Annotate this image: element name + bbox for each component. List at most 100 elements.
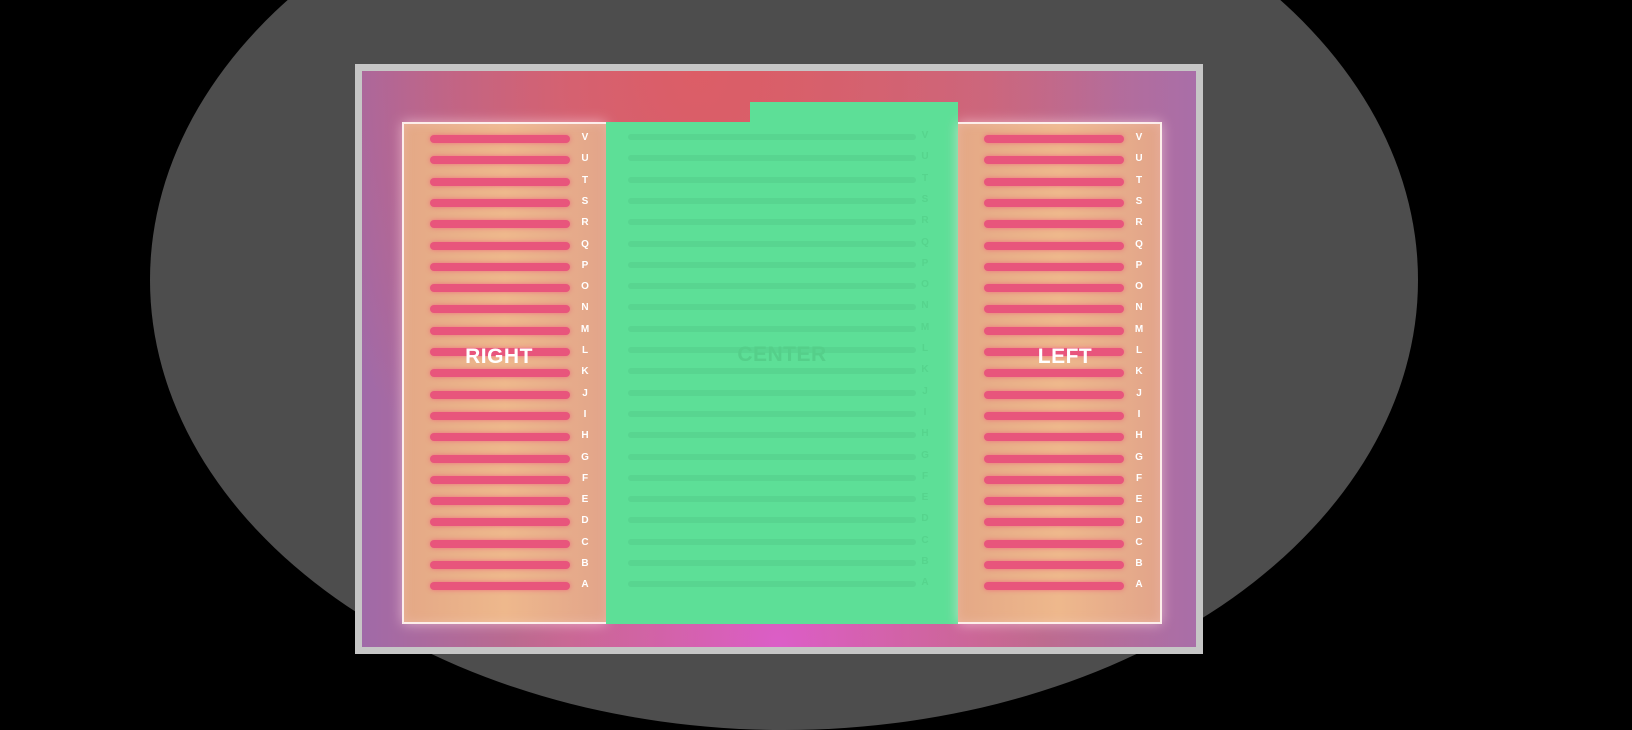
seat-row-center-b[interactable]: B: [628, 556, 929, 568]
seat-row-center-t[interactable]: T: [628, 173, 928, 185]
section-right[interactable]: VUTSRQPONMLKJIHGFEDCBA R I GH T: [402, 122, 606, 624]
seat-row-center-p[interactable]: P: [628, 258, 928, 270]
seat-row-bar: [430, 156, 570, 165]
seat-row-left-a[interactable]: A: [984, 579, 1144, 591]
seat-row-right-q[interactable]: Q: [430, 239, 590, 251]
section-right-rows: VUTSRQPONMLKJIHGFEDCBA: [404, 124, 606, 622]
row-label: G: [581, 451, 589, 463]
row-label: A: [581, 579, 589, 591]
seat-row-center-f[interactable]: F: [628, 471, 928, 483]
seat-row-center-d[interactable]: D: [628, 513, 929, 525]
row-label: P: [921, 257, 929, 269]
seat-row-right-e[interactable]: E: [430, 494, 590, 506]
seat-row-left-f[interactable]: F: [984, 473, 1144, 485]
row-label: H: [1135, 430, 1143, 442]
seat-row-bar: [628, 197, 916, 204]
seat-row-right-m[interactable]: M: [430, 324, 590, 336]
seat-row-right-f[interactable]: F: [430, 473, 590, 485]
seat-row-bar: [628, 560, 916, 566]
row-label: C: [581, 536, 589, 548]
row-label: H: [921, 428, 929, 440]
seat-row-left-m[interactable]: M: [984, 324, 1144, 336]
seat-row-right-c[interactable]: C: [430, 537, 590, 549]
seat-row-bar: [628, 517, 916, 524]
seat-row-right-r[interactable]: R: [430, 217, 590, 229]
seat-row-center-s[interactable]: S: [628, 194, 928, 206]
seat-row-center-o[interactable]: O: [628, 279, 929, 291]
seat-row-left-r[interactable]: R: [984, 217, 1144, 229]
seat-row-left-n[interactable]: N: [984, 302, 1144, 314]
seat-row-left-p[interactable]: P: [984, 260, 1144, 272]
seat-row-left-q[interactable]: Q: [984, 239, 1144, 251]
seat-row-left-s[interactable]: S: [984, 196, 1144, 208]
row-label: V: [581, 132, 589, 143]
seat-row-left-e[interactable]: E: [984, 494, 1144, 506]
seat-row-center-a[interactable]: A: [628, 577, 929, 589]
seat-row-right-h[interactable]: H: [430, 430, 590, 442]
seat-row-center-q[interactable]: Q: [628, 237, 929, 249]
seat-row-bar: [430, 582, 570, 591]
seat-row-right-i[interactable]: I: [430, 409, 590, 421]
seat-row-center-e[interactable]: E: [628, 492, 928, 504]
seat-row-bar: [984, 262, 1124, 271]
seat-row-center-h[interactable]: H: [628, 428, 929, 440]
seat-row-right-j[interactable]: J: [430, 388, 590, 400]
row-label: M: [1134, 323, 1144, 335]
seat-row-right-g[interactable]: G: [430, 452, 590, 464]
seat-row-left-c[interactable]: C: [984, 537, 1144, 549]
row-label: Q: [1135, 238, 1143, 250]
row-label: I: [583, 408, 587, 420]
seat-row-left-i[interactable]: I: [984, 409, 1144, 421]
seat-row-left-h[interactable]: H: [984, 430, 1144, 442]
seat-row-center-n[interactable]: N: [628, 300, 929, 312]
seat-row-left-b[interactable]: B: [984, 558, 1144, 570]
seat-row-bar: [628, 176, 916, 183]
seat-row-right-t[interactable]: T: [430, 175, 590, 187]
seat-row-bar: [430, 284, 570, 293]
row-label: J: [1136, 387, 1142, 399]
seat-row-bar: [430, 475, 570, 484]
seat-row-bar: [984, 135, 1124, 143]
row-label: D: [921, 513, 929, 525]
seat-row-bar: [430, 390, 570, 399]
seat-row-left-u[interactable]: U: [984, 153, 1144, 165]
seat-row-right-v[interactable]: V: [430, 132, 590, 144]
seat-row-right-u[interactable]: U: [430, 153, 590, 165]
seat-row-bar: [430, 262, 570, 271]
seat-row-center-r[interactable]: R: [628, 215, 929, 227]
seat-row-left-t[interactable]: T: [984, 175, 1144, 187]
seat-row-right-b[interactable]: B: [430, 558, 590, 570]
section-center[interactable]: VUTSRQPONMLKJIHGFEDCBA CENTER: [606, 102, 958, 624]
seat-row-right-s[interactable]: S: [430, 196, 590, 208]
seat-row-left-g[interactable]: G: [984, 452, 1144, 464]
seat-row-bar: [984, 241, 1124, 250]
seat-row-center-v[interactable]: V: [628, 130, 928, 142]
seat-row-left-v[interactable]: V: [984, 132, 1144, 144]
seat-row-bar: [430, 561, 570, 569]
seat-row-right-d[interactable]: D: [430, 515, 590, 527]
seat-row-bar: [628, 368, 916, 375]
seat-row-center-m[interactable]: M: [628, 322, 929, 334]
seat-row-center-c[interactable]: C: [628, 535, 929, 547]
seat-row-left-j[interactable]: J: [984, 388, 1144, 400]
seat-row-bar: [430, 326, 570, 335]
section-left-label: LEFT: [1037, 345, 1093, 368]
row-label: T: [581, 174, 589, 186]
seat-row-bar: [430, 305, 570, 314]
seat-row-right-a[interactable]: A: [430, 579, 590, 591]
seat-row-bar: [628, 219, 916, 226]
section-left[interactable]: VUTSRQPONMLKJIHGFEDCBA LEFT: [958, 122, 1162, 624]
row-label: D: [1135, 515, 1143, 527]
seat-row-right-o[interactable]: O: [430, 281, 590, 293]
seat-row-right-p[interactable]: P: [430, 260, 590, 272]
seat-row-left-d[interactable]: D: [984, 515, 1144, 527]
seat-row-center-j[interactable]: J: [628, 386, 928, 398]
seat-row-right-n[interactable]: N: [430, 302, 590, 314]
seat-row-center-g[interactable]: G: [628, 450, 929, 462]
seat-row-left-o[interactable]: O: [984, 281, 1144, 293]
seat-row-center-i[interactable]: I: [628, 407, 928, 419]
row-label: F: [921, 470, 929, 482]
seat-row-center-u[interactable]: U: [628, 151, 929, 163]
row-label: E: [921, 492, 929, 504]
seat-row-bar: [984, 497, 1124, 506]
